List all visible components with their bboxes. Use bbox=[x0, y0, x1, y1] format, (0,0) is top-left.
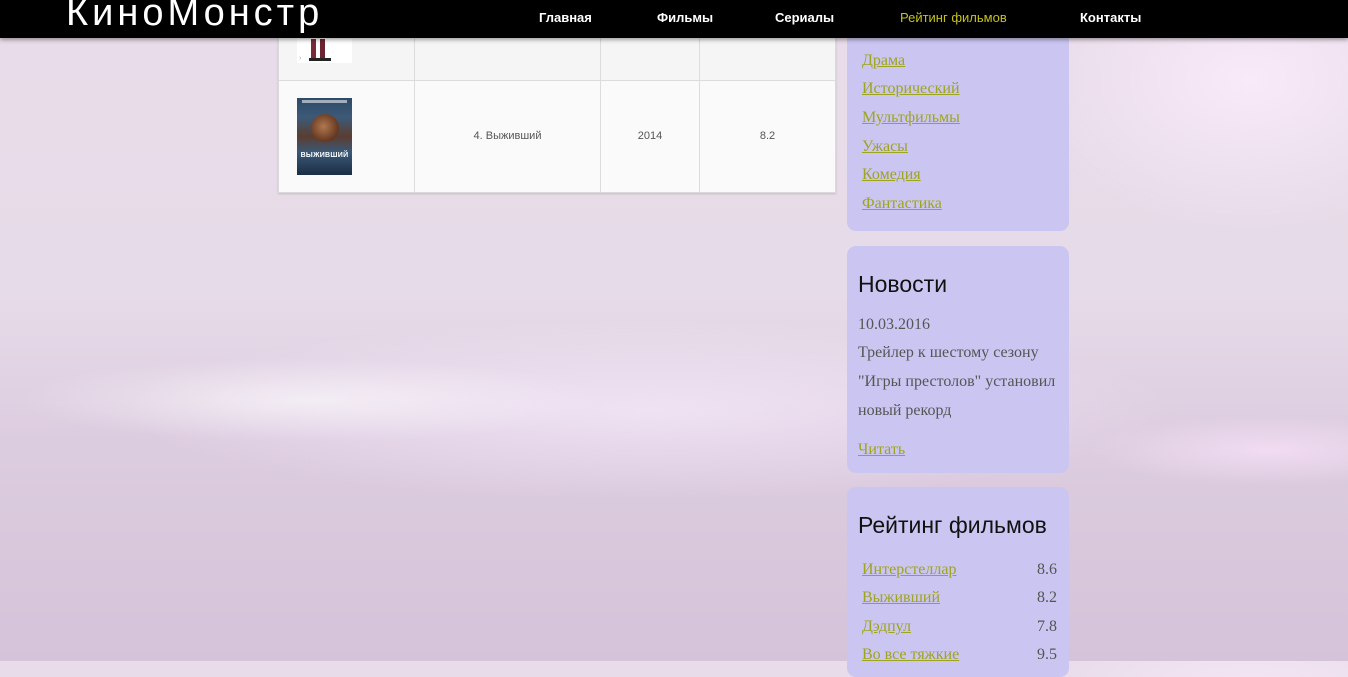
genre-link[interactable]: Исторический bbox=[862, 80, 960, 98]
poster-cell: ВЫЖИВШИЙ bbox=[279, 81, 415, 192]
poster-deadpool[interactable]: › bbox=[297, 39, 352, 63]
rating-film-link[interactable]: Интерстеллар bbox=[862, 561, 956, 579]
nav-contacts[interactable]: Контакты bbox=[1080, 10, 1141, 25]
film-rating: 8.2 bbox=[759, 130, 776, 142]
nav-films[interactable]: Фильмы bbox=[657, 10, 713, 25]
site-logo[interactable]: КиноМонстр bbox=[66, 0, 323, 37]
year-cell: 2014 bbox=[601, 81, 700, 192]
rating-film-link[interactable]: Дэдпул bbox=[862, 618, 911, 636]
top-navbar: КиноМонстр Главная Фильмы Сериалы Рейтин… bbox=[0, 0, 1348, 38]
read-more-link[interactable]: Читать bbox=[858, 441, 905, 459]
poster-title-text: ВЫЖИВШИЙ bbox=[300, 152, 349, 159]
genre-link[interactable]: Мультфильмы bbox=[862, 109, 960, 127]
title-cell: 4. Выживший bbox=[415, 81, 601, 192]
rating-cell: 8.2 bbox=[700, 81, 835, 192]
genre-link[interactable]: Ужасы bbox=[862, 138, 908, 156]
rating-value: 9.5 bbox=[1037, 646, 1057, 663]
rating-value: 8.6 bbox=[1037, 561, 1057, 578]
ratings-heading: Рейтинг фильмов bbox=[858, 512, 1047, 538]
news-panel: Новости 10.03.2016 Трейлер к шестому сез… bbox=[847, 246, 1069, 473]
films-rating-table: › ВЫЖИВШИЙ 4. Выживший 2014 8.2 bbox=[278, 20, 836, 193]
nav-series[interactable]: Сериалы bbox=[775, 10, 834, 25]
news-text: Трейлер к шестому сезону "Игры престолов… bbox=[858, 344, 1056, 419]
rating-value: 8.2 bbox=[1037, 589, 1057, 606]
nav-home[interactable]: Главная bbox=[539, 10, 592, 25]
poster-feet bbox=[309, 58, 331, 61]
rating-value: 7.8 bbox=[1037, 618, 1057, 635]
ratings-panel: Рейтинг фильмов Интерстеллар 8.6 Выживши… bbox=[847, 487, 1069, 677]
poster-tagline bbox=[302, 100, 347, 103]
genre-link[interactable]: Фантастика bbox=[862, 195, 942, 213]
genre-link[interactable]: Драма bbox=[862, 52, 905, 70]
rating-film-link[interactable]: Выживший bbox=[862, 589, 940, 607]
poster-mark: › bbox=[299, 55, 302, 62]
poster-revenant[interactable]: ВЫЖИВШИЙ bbox=[297, 98, 352, 175]
rating-film-link[interactable]: Во все тяжкие bbox=[862, 646, 959, 664]
film-title: 4. Выживший bbox=[473, 130, 542, 142]
news-date: 10.03.2016 bbox=[858, 316, 930, 333]
genre-link[interactable]: Комедия bbox=[862, 166, 921, 184]
film-year: 2014 bbox=[637, 130, 663, 142]
news-heading: Новости bbox=[858, 271, 948, 297]
poster-face bbox=[311, 114, 339, 142]
nav-ratings[interactable]: Рейтинг фильмов bbox=[900, 10, 1007, 25]
